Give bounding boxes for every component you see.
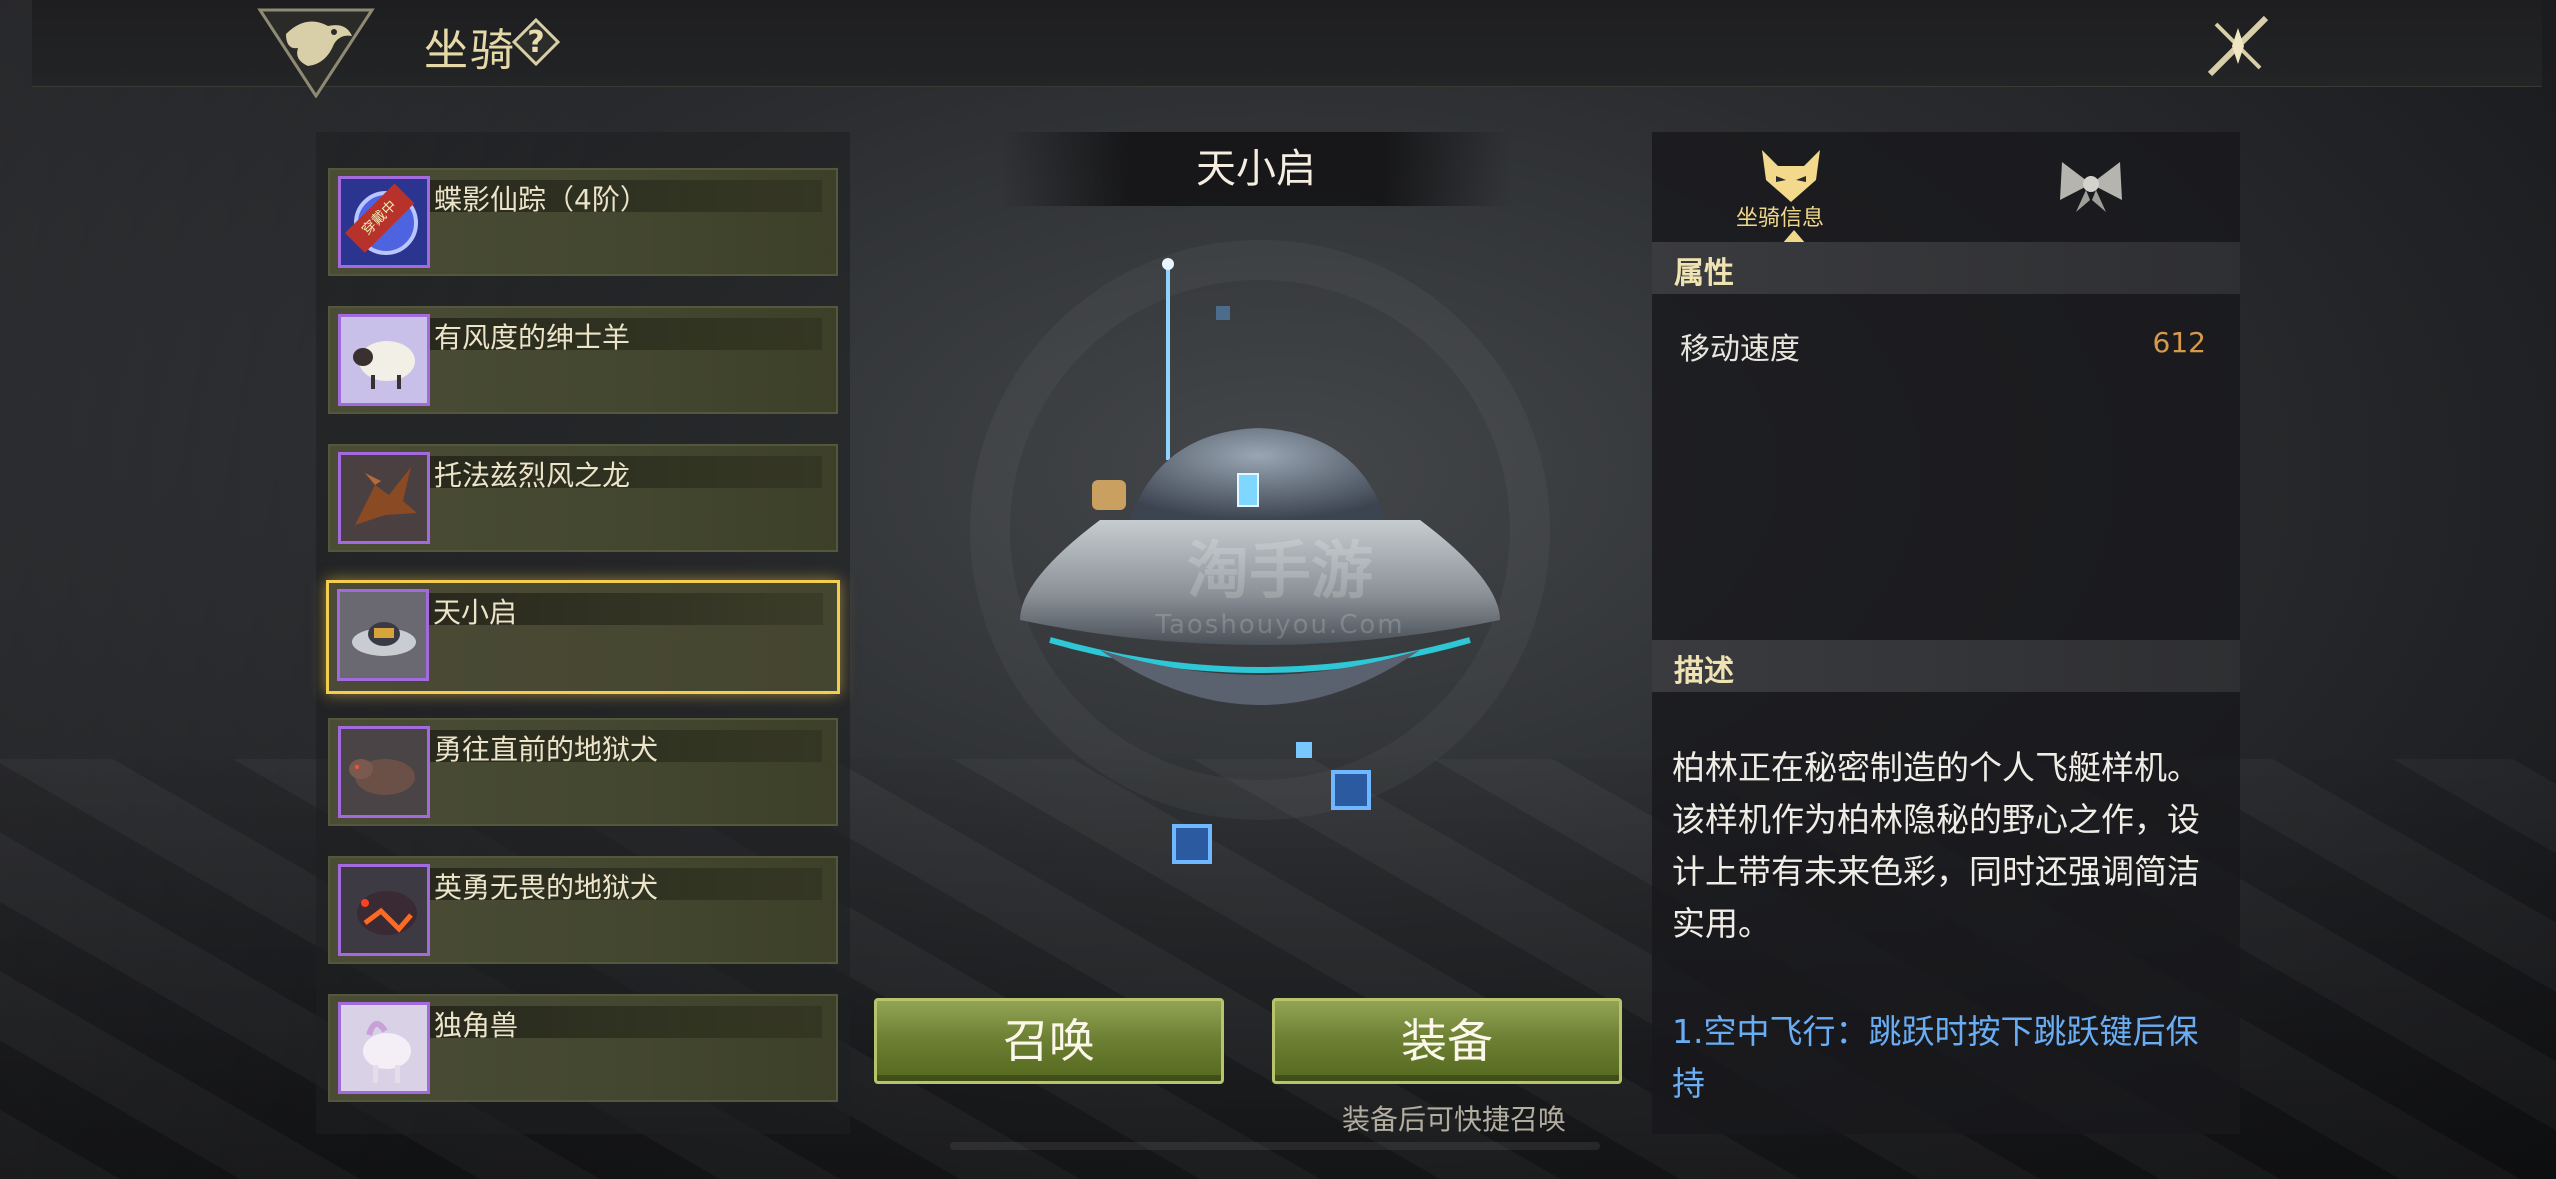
mount-name: 独角兽 bbox=[434, 1009, 519, 1042]
question-icon[interactable]: ? bbox=[511, 17, 561, 67]
mount-description: 柏林正在秘密制造的个人飞艇样机。该样机作为柏林隐秘的野心之作，设计上带有未来色彩… bbox=[1672, 748, 2200, 943]
list-item-mount[interactable]: 穿戴中 蝶影仙踪（4阶） bbox=[328, 168, 838, 276]
top-bar bbox=[32, 0, 2542, 87]
selected-mount-name: 天小启 bbox=[1196, 146, 1316, 192]
dragon-emblem-icon bbox=[256, 4, 376, 99]
close-icon[interactable] bbox=[2200, 8, 2276, 84]
watermark-text: 淘手游 bbox=[1186, 534, 1373, 607]
description-header-label: 描述 bbox=[1674, 654, 1734, 689]
list-item-mount-selected[interactable]: 天小启 bbox=[326, 580, 840, 694]
horizontal-scrollbar[interactable] bbox=[950, 1142, 1600, 1150]
tab-appearance[interactable] bbox=[1946, 132, 2240, 242]
mount-thumbnail bbox=[338, 314, 430, 406]
mount-name: 有风度的绅士羊 bbox=[434, 321, 631, 354]
bow-icon bbox=[2060, 162, 2122, 212]
list-item-mount[interactable]: 有风度的绅士羊 bbox=[328, 306, 838, 414]
watermark-url: Taoshouyou.Com bbox=[1155, 610, 1405, 640]
fox-head-icon bbox=[1762, 150, 1820, 202]
attributes-header-label: 属性 bbox=[1674, 256, 1734, 291]
list-item-mount[interactable]: 托法兹烈风之龙 bbox=[328, 444, 838, 552]
list-item-mount[interactable]: 勇往直前的地狱犬 bbox=[328, 718, 838, 826]
attribute-name: 移动速度 bbox=[1680, 332, 1800, 367]
mount-name: 英勇无畏的地狱犬 bbox=[434, 871, 659, 904]
summon-button[interactable]: 召唤 bbox=[874, 998, 1224, 1084]
mount-skill-text: 1.空中飞行：跳跃时按下跳跃键后保持 bbox=[1672, 1012, 2199, 1102]
attribute-value: 612 bbox=[2152, 326, 2206, 359]
mount-thumbnail bbox=[338, 726, 430, 818]
tab-mount-info-label: 坐骑信息 bbox=[1736, 206, 1825, 231]
mount-name: 蝶影仙踪（4阶） bbox=[434, 183, 648, 216]
mount-list: 穿戴中 蝶影仙踪（4阶） 有风度的绅士羊 托法兹烈风之龙 天小启 勇往直前的地狱… bbox=[316, 132, 850, 1134]
description-header: 描述 bbox=[1652, 640, 2240, 692]
list-item-mount[interactable]: 独角兽 bbox=[328, 994, 838, 1102]
tab-mount-info[interactable]: 坐骑信息 bbox=[1652, 132, 1946, 244]
watermark: 淘手游 Taoshouyou.Com bbox=[1130, 520, 1430, 640]
mount-info-panel: 坐骑信息 属性 移动速度 612 描述 柏林正在秘密制造的个人飞艇样机。该样机作… bbox=[1652, 132, 2240, 1134]
mount-thumbnail bbox=[338, 1002, 430, 1094]
page-title: 坐骑 bbox=[424, 25, 516, 76]
mount-thumbnail bbox=[337, 589, 429, 681]
attributes-header: 属性 bbox=[1652, 242, 2240, 294]
list-item-mount[interactable]: 英勇无畏的地狱犬 bbox=[328, 856, 838, 964]
svg-text:?: ? bbox=[527, 25, 544, 60]
mount-name-banner: 天小启 bbox=[1000, 132, 1512, 206]
mount-thumbnail: 穿戴中 bbox=[338, 176, 430, 268]
mount-thumbnail bbox=[338, 452, 430, 544]
mount-name: 托法兹烈风之龙 bbox=[434, 459, 631, 492]
mount-thumbnail bbox=[338, 864, 430, 956]
mount-name: 天小启 bbox=[433, 596, 518, 629]
mount-name: 勇往直前的地狱犬 bbox=[434, 733, 659, 766]
equip-hint: 装备后可快捷召唤 bbox=[1342, 1103, 1567, 1136]
equip-button[interactable]: 装备 bbox=[1272, 998, 1622, 1084]
